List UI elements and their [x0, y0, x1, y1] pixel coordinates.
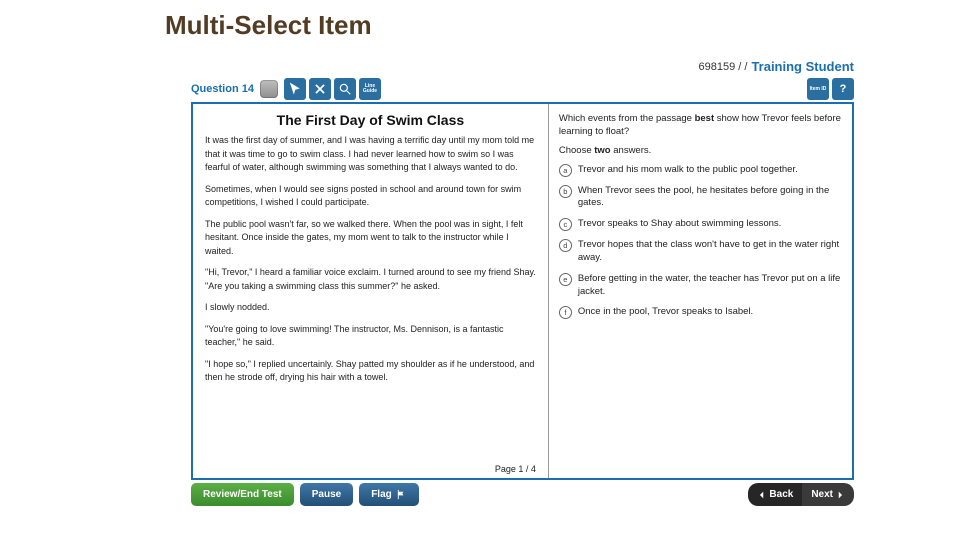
- answer-option[interactable]: f Once in the pool, Trevor speaks to Isab…: [559, 306, 842, 319]
- answer-option[interactable]: b When Trevor sees the pool, he hesitates…: [559, 185, 842, 211]
- answer-option[interactable]: e Before getting in the water, the teache…: [559, 273, 842, 299]
- flag-icon: [396, 489, 407, 500]
- bottom-bar: Review/End Test Pause Flag Back Next: [191, 483, 854, 506]
- back-button[interactable]: Back: [748, 483, 802, 506]
- question-info-icon[interactable]: [260, 80, 278, 98]
- content-frame: The First Day of Swim Class It was the f…: [191, 102, 854, 480]
- eliminator-tool-icon[interactable]: [309, 78, 331, 100]
- magnifier-tool-icon[interactable]: [334, 78, 356, 100]
- chevron-left-icon: [757, 490, 767, 500]
- next-button[interactable]: Next: [802, 483, 854, 506]
- option-text: Trevor and his mom walk to the public po…: [578, 164, 798, 177]
- option-text: Before getting in the water, the teacher…: [578, 273, 842, 299]
- pause-button[interactable]: Pause: [300, 483, 353, 506]
- review-end-test-button[interactable]: Review/End Test: [191, 483, 294, 506]
- question-panel: Which events from the passage best show …: [549, 104, 852, 478]
- passage-panel: The First Day of Swim Class It was the f…: [193, 104, 549, 478]
- option-bubble[interactable]: f: [559, 306, 572, 319]
- stem-pre: Which events from the passage: [559, 113, 695, 124]
- option-text: Once in the pool, Trevor speaks to Isabe…: [578, 306, 753, 319]
- next-label: Next: [811, 489, 833, 500]
- flag-button[interactable]: Flag: [359, 483, 419, 506]
- flag-label: Flag: [371, 489, 392, 500]
- question-number[interactable]: Question 14: [191, 83, 254, 95]
- nav-buttons: Back Next: [748, 483, 854, 506]
- passage-title: The First Day of Swim Class: [205, 112, 536, 128]
- passage-body: It was the first day of summer, and I wa…: [205, 134, 536, 464]
- passage-paragraph: I slowly nodded.: [205, 301, 536, 315]
- instr-post: answers.: [611, 145, 652, 156]
- item-id-label: Item ID: [810, 87, 827, 92]
- question-stem: Which events from the passage best show …: [559, 112, 842, 139]
- student-brand: Training Student: [751, 59, 854, 74]
- student-id: 698159 / /: [699, 61, 748, 73]
- answer-option[interactable]: a Trevor and his mom walk to the public p…: [559, 164, 842, 177]
- option-text: When Trevor sees the pool, he hesitates …: [578, 185, 842, 211]
- line-guide-label-b: Guide: [363, 89, 377, 94]
- page-indicator: Page 1 / 4: [205, 464, 536, 474]
- test-player-app: 698159 / / Training Student Question 14 …: [185, 58, 860, 508]
- back-label: Back: [769, 489, 793, 500]
- option-bubble[interactable]: e: [559, 273, 572, 286]
- help-button[interactable]: ?: [832, 78, 854, 100]
- right-tools: Item ID ?: [807, 78, 854, 100]
- toolbar: Question 14 Line Guide Item ID ?: [185, 76, 860, 102]
- question-instruction: Choose two answers.: [559, 145, 842, 156]
- answer-option[interactable]: d Trevor hopes that the class won't have …: [559, 239, 842, 265]
- item-id-button[interactable]: Item ID: [807, 78, 829, 100]
- option-bubble[interactable]: b: [559, 185, 572, 198]
- passage-paragraph: It was the first day of summer, and I wa…: [205, 134, 536, 175]
- slide-title: Multi-Select Item: [0, 0, 960, 51]
- option-bubble[interactable]: c: [559, 218, 572, 231]
- answer-option[interactable]: c Trevor speaks to Shay about swimming le…: [559, 218, 842, 231]
- passage-paragraph: Sometimes, when I would see signs posted…: [205, 183, 536, 210]
- passage-paragraph: "I hope so," I replied uncertainly. Shay…: [205, 358, 536, 385]
- option-bubble[interactable]: d: [559, 239, 572, 252]
- option-text: Trevor hopes that the class won't have t…: [578, 239, 842, 265]
- instr-bold: two: [594, 145, 610, 156]
- header: 698159 / / Training Student: [185, 58, 860, 76]
- option-bubble[interactable]: a: [559, 164, 572, 177]
- stem-bold: best: [695, 113, 715, 124]
- instr-pre: Choose: [559, 145, 594, 156]
- line-guide-tool-icon[interactable]: Line Guide: [359, 78, 381, 100]
- passage-paragraph: "Hi, Trevor," I heard a familiar voice e…: [205, 266, 536, 293]
- pointer-tool-icon[interactable]: [284, 78, 306, 100]
- passage-paragraph: The public pool wasn't far, so we walked…: [205, 218, 536, 259]
- options-list: a Trevor and his mom walk to the public p…: [559, 164, 842, 320]
- option-text: Trevor speaks to Shay about swimming les…: [578, 218, 781, 231]
- chevron-right-icon: [835, 490, 845, 500]
- tool-group: Line Guide: [284, 78, 381, 100]
- passage-paragraph: "You're going to love swimming! The inst…: [205, 323, 536, 350]
